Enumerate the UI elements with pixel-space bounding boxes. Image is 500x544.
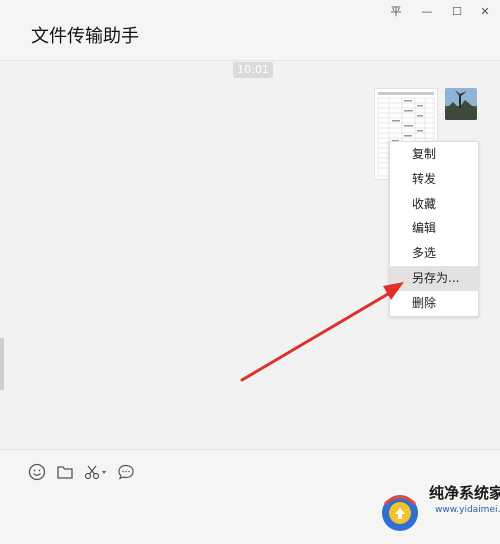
folder-icon[interactable] [56, 463, 74, 481]
watermark-text: 纯净系统家园 [429, 484, 500, 502]
watermark-logo-icon [382, 495, 418, 531]
emoji-icon[interactable] [28, 463, 46, 481]
watermark-url: www.yidaimei.com [435, 505, 500, 515]
site-watermark: 纯净系统家园 www.yidaimei.com [375, 482, 500, 543]
scissors-icon[interactable] [84, 463, 108, 481]
chat-bubble-icon[interactable] [117, 463, 135, 481]
